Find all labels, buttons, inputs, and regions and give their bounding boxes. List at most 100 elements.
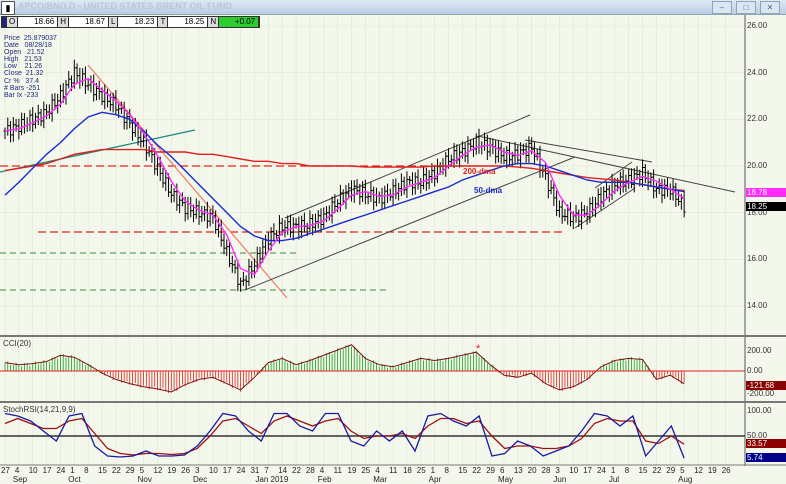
price-axis-label: 24.00 — [747, 67, 768, 77]
price-bar — [189, 197, 193, 218]
date-tick-label: 8 — [84, 466, 89, 475]
date-tick-label: 22 — [292, 466, 301, 475]
data-window: Price 25.879037 Date 08/28/18 Open 21.52 Hi… — [4, 35, 57, 99]
price-bar — [36, 104, 40, 126]
date-tick-label: 24 — [56, 466, 66, 475]
date-tick-label: 3 — [195, 466, 200, 475]
data-window-line: # Bars -251 — [4, 84, 41, 92]
date-tick-label: 8 — [624, 466, 630, 475]
cci-axis-label: 200.00 — [747, 346, 772, 355]
price-bars — [3, 59, 686, 292]
date-tick-label: 26 — [721, 466, 731, 475]
date-tick-label: 17 — [42, 466, 52, 475]
price-bar — [408, 175, 412, 186]
cci-value-tag: -121.68 — [746, 381, 786, 390]
price-bar — [627, 168, 631, 189]
price-bar — [391, 179, 395, 206]
price-bar — [186, 196, 190, 220]
price-bar — [302, 212, 306, 233]
data-window-line: Bar Ix -233 — [4, 91, 39, 99]
date-tick-label: 7 — [264, 466, 269, 475]
date-tick-label: 10 — [28, 466, 38, 475]
price-bar — [557, 200, 561, 218]
price-bar — [546, 169, 550, 199]
price-chart[interactable]: * — [0, 0, 786, 484]
date-tick-label: 3 — [555, 466, 560, 475]
low-label: L — [109, 17, 119, 27]
price-bar — [502, 147, 506, 165]
price-bar — [172, 188, 176, 203]
price-bar — [674, 182, 678, 208]
price-bar — [352, 180, 356, 203]
price-bar — [599, 186, 603, 211]
price-bar — [97, 80, 101, 100]
price-bar — [225, 239, 229, 257]
date-tick-label: 4 — [319, 466, 325, 475]
price-bar — [563, 208, 567, 222]
price-bar — [300, 215, 304, 239]
date-tick-label: 24 — [596, 466, 606, 475]
price-bar — [203, 205, 207, 222]
price-bar — [244, 275, 248, 290]
month-label: Feb — [317, 475, 332, 484]
price-bar — [477, 128, 481, 154]
date-tick-label: 4 — [375, 466, 380, 475]
stoch-title: StochRSI(14,21,9,9) — [3, 405, 76, 414]
date-tick-label: 6 — [499, 466, 505, 475]
price-axis-label: 20.00 — [747, 160, 768, 170]
date-tick-label: 24 — [236, 466, 246, 475]
date-tick-label: 1 — [610, 466, 616, 475]
date-tick-label: 17 — [583, 466, 593, 475]
high-value: 18.67 — [69, 17, 110, 27]
price-bar — [230, 255, 234, 273]
price-bar — [283, 220, 287, 238]
price-bar — [555, 190, 559, 217]
price-bar — [410, 172, 414, 196]
price-bar — [513, 142, 517, 164]
date-tick-label: 22 — [472, 466, 482, 475]
price-bar — [541, 166, 545, 178]
month-label: Jan 2019 — [255, 475, 289, 484]
price-axis-label: 14.00 — [747, 300, 768, 310]
data-window-line: Close 21.32 — [4, 70, 44, 78]
price-bar — [654, 182, 658, 198]
price-bar — [610, 173, 614, 201]
price-bar — [92, 74, 96, 102]
price-bar — [81, 68, 85, 86]
price-bar — [605, 181, 609, 199]
date-tick-label: 4 — [14, 466, 20, 475]
price-bar — [103, 84, 107, 110]
date-tick-label: 1 — [430, 466, 436, 475]
low-value: 18.23 — [118, 17, 159, 27]
month-label: Oct — [68, 475, 81, 484]
price-bar — [463, 142, 467, 163]
price-bar — [660, 178, 664, 204]
price-bar — [178, 195, 182, 214]
date-tick-label: 19 — [347, 466, 357, 475]
date-tick-label: 22 — [111, 466, 121, 475]
data-window-line: High 21.53 — [4, 56, 42, 64]
price-bar — [3, 127, 7, 140]
channel-line — [524, 139, 653, 163]
price-bar — [435, 158, 439, 184]
price-bar — [250, 260, 254, 279]
date-tick-label: 14 — [278, 466, 288, 475]
price-bar — [549, 179, 553, 195]
date-tick-label: 31 — [250, 466, 260, 475]
price-bar — [22, 113, 26, 134]
price-bar — [75, 63, 79, 83]
last-value: 18.25 — [168, 17, 209, 27]
price-bar — [64, 79, 68, 105]
price-bar — [297, 216, 301, 240]
date-tick-label: 17 — [222, 466, 232, 475]
price-bar — [488, 137, 492, 157]
price-bar — [629, 168, 633, 189]
price-bar — [643, 164, 647, 184]
date-tick-label: 13 — [513, 466, 523, 475]
stoch-k-tag: 5.74 — [746, 453, 786, 462]
date-tick-label: 5 — [139, 466, 145, 475]
month-label: Dec — [193, 475, 208, 484]
date-tick-label: 12 — [694, 466, 703, 475]
ohlc-readout: O 18.66 H 18.67 L 18.23 T 18.25 N +0.07 — [1, 16, 261, 28]
price-bar — [402, 176, 406, 195]
